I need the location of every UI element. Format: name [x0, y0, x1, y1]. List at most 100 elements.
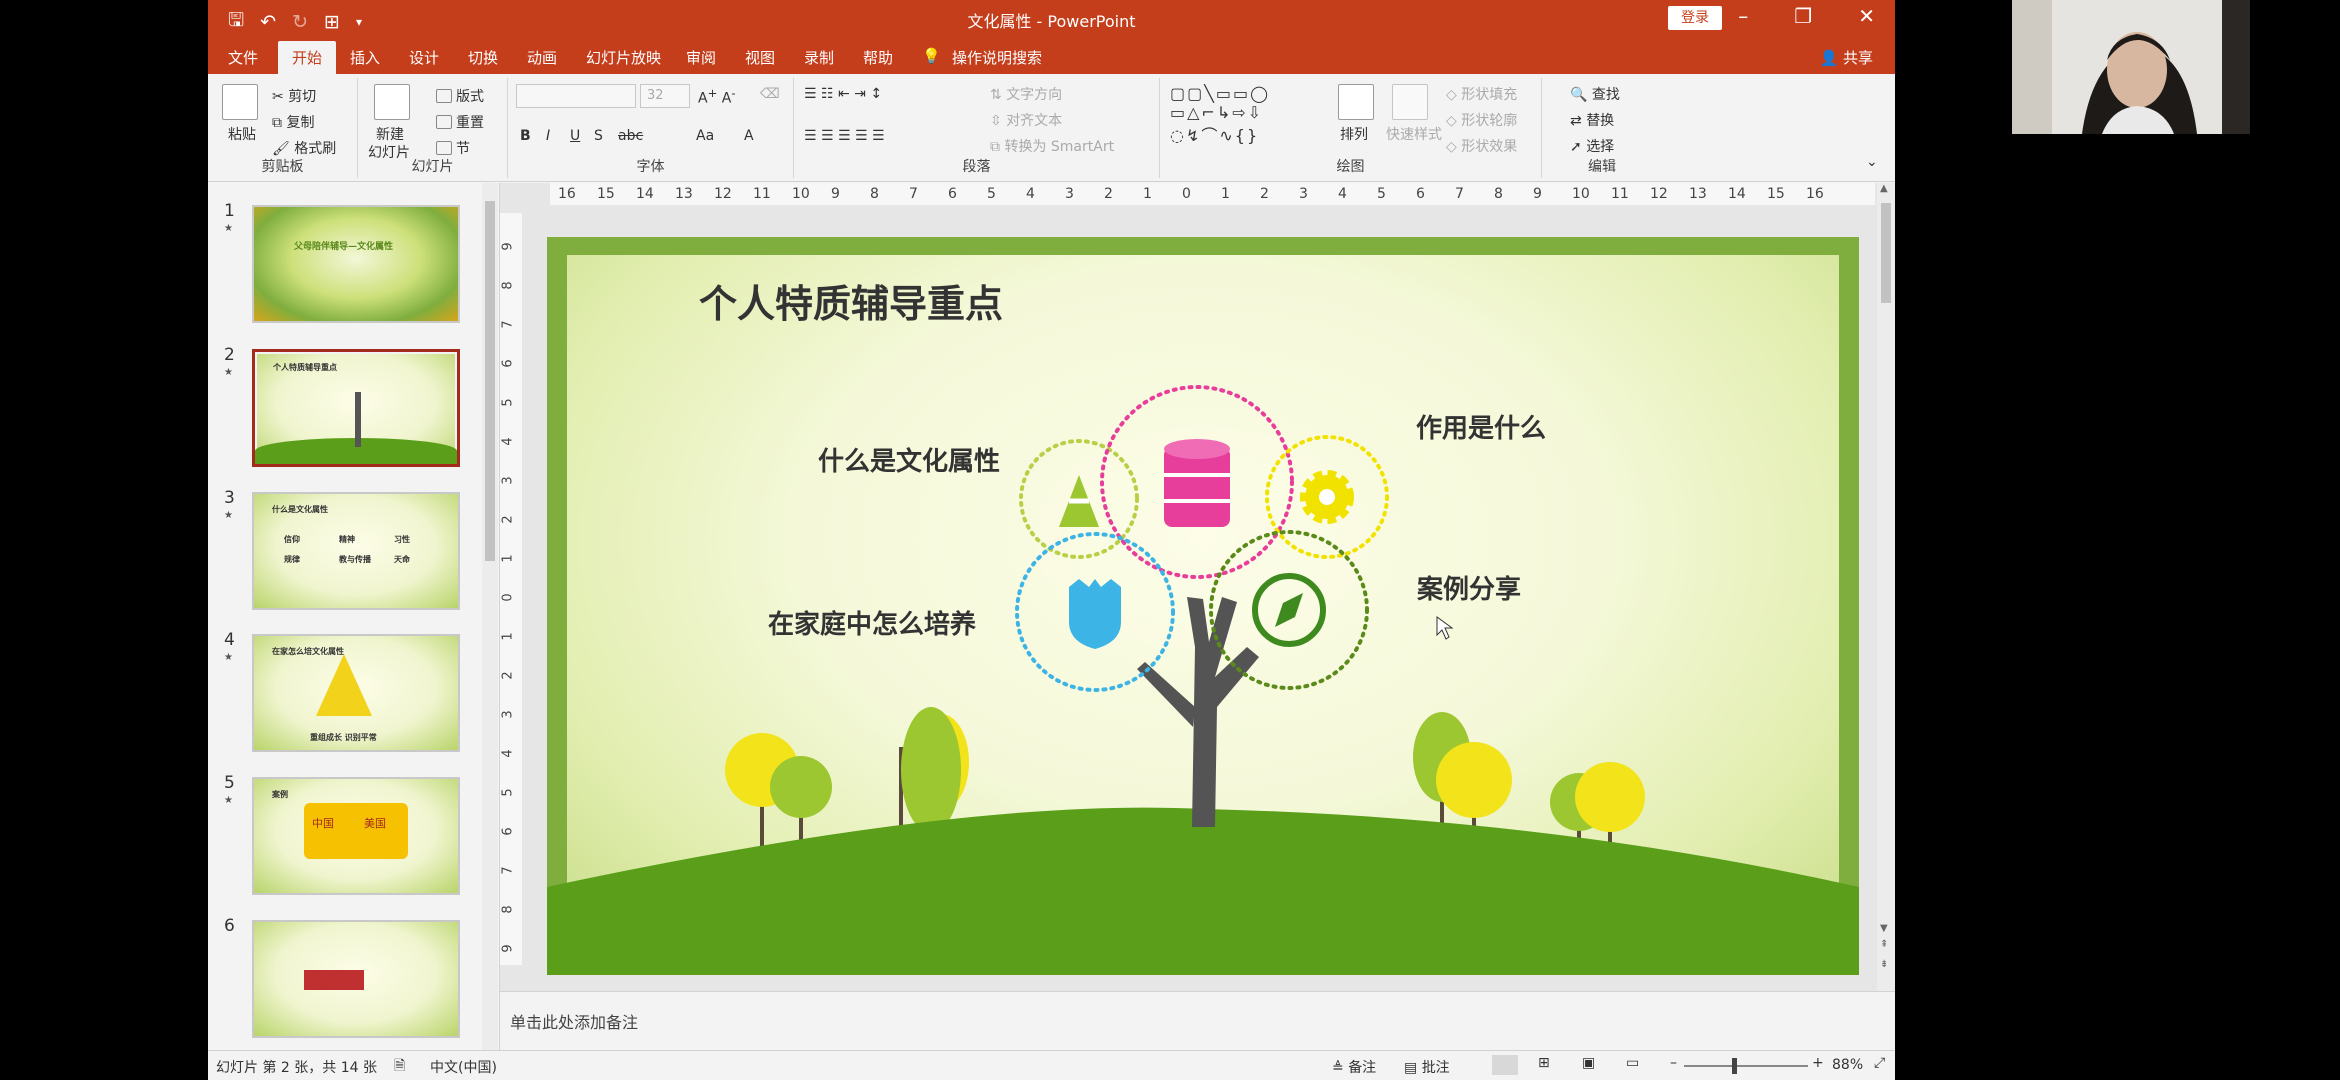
collapse-ribbon-icon[interactable]: ⌄ — [1866, 154, 1878, 170]
shapes-gallery[interactable]: ▢▢╲▭▭◯ ▭△⌐↳⇨⇩ ◌↯⌒∿{} — [1170, 84, 1270, 146]
smartart-icon: ⧉ — [990, 139, 1000, 155]
tab-home[interactable]: 开始 — [278, 41, 337, 74]
comments-toggle[interactable]: ▤ 批注 — [1404, 1057, 1450, 1077]
ruler-tick: 9 — [1533, 186, 1542, 202]
tab-slideshow[interactable]: 幻灯片放映 — [586, 47, 661, 68]
language-indicator[interactable]: 中文(中国) — [430, 1057, 497, 1077]
copy-button[interactable]: ⧉ 复制 — [272, 112, 314, 132]
slide-canvas[interactable]: 个人特质辅导重点 什么是文化属性 作用是什么 在家庭中怎么培养 案例分享 — [547, 237, 1859, 975]
slide-sorter-icon[interactable]: ⊞ — [1538, 1055, 1550, 1071]
restore-icon[interactable]: ❐ — [1794, 4, 1812, 28]
scroll-down-icon[interactable]: ▼ — [1880, 923, 1888, 934]
next-slide-icon[interactable]: ⇟ — [1880, 959, 1888, 970]
shape-effects-button[interactable]: ◇ 形状效果 — [1446, 136, 1517, 156]
shadow-button[interactable]: S — [594, 128, 603, 144]
section-button[interactable]: 节 — [436, 138, 470, 158]
shape-outline-button[interactable]: ◇ 形状轮廓 — [1446, 110, 1517, 130]
ruler-tick: 5 — [500, 788, 516, 797]
zoom-level[interactable]: 88% — [1832, 1057, 1863, 1073]
ruler-tick: 8 — [500, 281, 516, 290]
new-slide-icon[interactable] — [374, 84, 410, 120]
bold-button[interactable]: B — [520, 128, 531, 144]
align-text-button[interactable]: ⇳ 对齐文本 — [990, 110, 1062, 130]
tab-help[interactable]: 帮助 — [863, 47, 893, 68]
arrange-icon[interactable] — [1338, 84, 1374, 120]
zoom-in-icon[interactable]: + — [1812, 1055, 1824, 1071]
align-icons[interactable]: ☰ ☰ ☰ ☰ ☰ — [804, 128, 885, 144]
zoom-slider-handle[interactable] — [1732, 1058, 1737, 1074]
ruler-tick: 7 — [909, 186, 918, 202]
italic-button[interactable]: I — [546, 128, 550, 144]
find-button[interactable]: 🔍 查找 — [1570, 84, 1620, 104]
slide-scrollbar-thumb[interactable] — [1881, 203, 1891, 303]
search-icon: 🔍 — [1570, 87, 1588, 103]
new-slide-label-1[interactable]: 新建 — [376, 124, 404, 144]
close-icon[interactable]: ✕ — [1858, 4, 1875, 28]
shape-fill-button[interactable]: ◇ 形状填充 — [1446, 84, 1517, 104]
share-button[interactable]: 👤 共享 — [1820, 47, 1873, 68]
ruler-tick: 3 — [500, 710, 516, 719]
zoom-out-icon[interactable]: – — [1670, 1055, 1677, 1071]
quick-styles-icon[interactable] — [1392, 84, 1428, 120]
slide-scrollbar[interactable]: ▲ ▼ ⇞ ⇟ — [1877, 183, 1895, 991]
reset-button[interactable]: 重置 — [436, 112, 484, 132]
slide-thumbnail-2[interactable]: 个人特质辅导重点 — [252, 349, 460, 467]
tab-file[interactable]: 文件 — [228, 47, 258, 68]
smartart-button[interactable]: ⧉ 转换为 SmartArt — [990, 136, 1114, 156]
notes-pane[interactable]: 单击此处添加备注 — [500, 991, 1895, 1050]
cut-button[interactable]: ✂ 剪切 — [272, 86, 316, 106]
font-name-input[interactable] — [516, 84, 636, 108]
paste-icon[interactable] — [222, 84, 258, 120]
slide-thumbnail-5[interactable]: 案例 中国 美国 — [252, 777, 460, 895]
slide-thumbnail-1[interactable]: 父母陪伴辅导—文化属性 — [252, 205, 460, 323]
layout-button[interactable]: 版式 — [436, 86, 484, 106]
spellcheck-icon[interactable]: 🗎 — [394, 1055, 405, 1079]
tab-transitions[interactable]: 切换 — [468, 47, 498, 68]
quick-styles-button[interactable]: 快速样式 — [1386, 124, 1442, 144]
slide-thumbnail-4[interactable]: 在家怎么培文化属性 重组成长 识别平常 — [252, 634, 460, 752]
ruler-tick: 6 — [1416, 186, 1425, 202]
clear-format-icon[interactable]: ⌫ — [760, 86, 780, 102]
arrange-button[interactable]: 排列 — [1340, 124, 1368, 144]
tell-me-search[interactable]: 操作说明搜索 — [952, 47, 1042, 68]
slide-thumbnail-3[interactable]: 什么是文化属性 信仰 精神 习性 规律 教与传播 天命 — [252, 492, 460, 610]
tab-view[interactable]: 视图 — [745, 47, 775, 68]
font-color-button[interactable]: A — [744, 128, 754, 144]
thumbnail-scrollbar[interactable] — [482, 183, 498, 1050]
scroll-up-icon[interactable]: ▲ — [1880, 183, 1888, 194]
reading-view-icon[interactable]: ▣ — [1582, 1055, 1595, 1071]
tab-insert[interactable]: 插入 — [350, 47, 380, 68]
tab-animations[interactable]: 动画 — [527, 47, 557, 68]
normal-view-icon[interactable] — [1492, 1055, 1518, 1075]
thumbnail-pyramid — [316, 654, 372, 716]
slide-graphics — [547, 385, 1859, 975]
bullets-icon[interactable]: ☰ ☷ ⇤ ⇥ ↕ — [804, 86, 882, 102]
text-direction-button[interactable]: ⇅ 文字方向 — [990, 84, 1062, 104]
replace-button[interactable]: ⇄ 替换 — [1570, 110, 1614, 130]
tab-review[interactable]: 审阅 — [686, 47, 716, 68]
slide-thumbnail-6[interactable] — [252, 920, 460, 1038]
presenter-video — [2012, 0, 2250, 134]
paste-button[interactable]: 粘贴 — [228, 124, 256, 144]
minimize-icon[interactable]: – — [1738, 4, 1748, 28]
tab-record[interactable]: 录制 — [804, 47, 834, 68]
notes-placeholder[interactable]: 单击此处添加备注 — [510, 1009, 638, 1033]
select-button[interactable]: ➚ 选择 — [1570, 136, 1614, 156]
previous-slide-icon[interactable]: ⇞ — [1880, 939, 1888, 950]
zoom-slider[interactable] — [1684, 1065, 1808, 1067]
underline-button[interactable]: U — [570, 128, 580, 144]
strikethrough-button[interactable]: abc — [618, 128, 643, 144]
slideshow-icon[interactable]: ▭ — [1626, 1055, 1639, 1071]
change-case-button[interactable]: Aa — [696, 128, 714, 144]
scrollbar-thumb[interactable] — [485, 201, 495, 561]
login-button[interactable]: 登录 — [1668, 6, 1722, 30]
thumbnail-caption: 重组成长 识别平常 — [310, 733, 377, 742]
person-icon: 👤 — [1819, 49, 1839, 67]
notes-toggle[interactable]: ≜ 备注 — [1332, 1057, 1376, 1077]
fit-slide-icon[interactable]: ⤢ — [1874, 1055, 1885, 1071]
tab-design[interactable]: 设计 — [409, 47, 439, 68]
grow-font-icon[interactable]: A+ A- — [698, 86, 736, 107]
thumbnail-number: 1 — [224, 201, 235, 221]
font-size-input[interactable]: 32 — [640, 84, 690, 108]
format-painter-button[interactable]: 🖌 格式刷 — [272, 138, 336, 158]
